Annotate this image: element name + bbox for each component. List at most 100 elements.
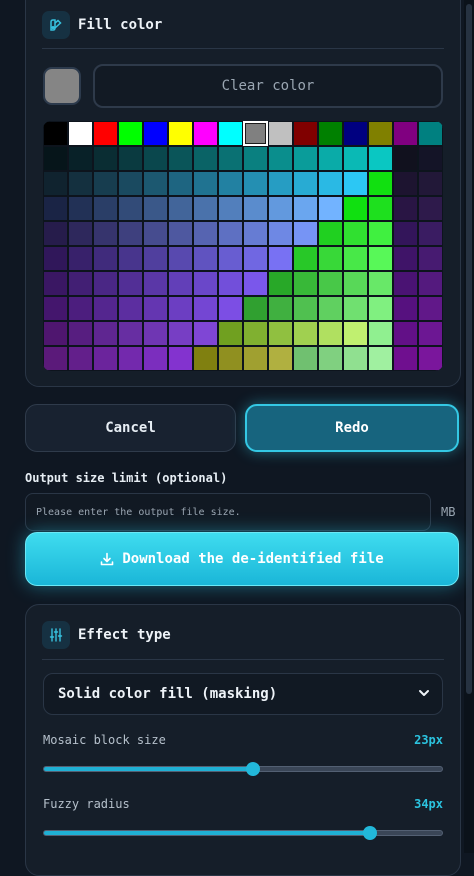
palette-color-cell[interactable] — [268, 296, 293, 321]
palette-color-cell[interactable] — [93, 221, 118, 246]
palette-color-cell[interactable] — [268, 346, 293, 371]
palette-color-cell[interactable] — [418, 271, 443, 296]
palette-color-cell[interactable] — [343, 171, 368, 196]
palette-color-cell[interactable] — [68, 196, 93, 221]
palette-color-cell[interactable] — [343, 246, 368, 271]
palette-color-cell[interactable] — [293, 296, 318, 321]
palette-color-cell[interactable] — [193, 296, 218, 321]
palette-color-cell[interactable] — [118, 321, 143, 346]
palette-color-cell[interactable] — [318, 196, 343, 221]
palette-color-cell[interactable] — [368, 171, 393, 196]
palette-color-cell[interactable] — [43, 346, 68, 371]
palette-color-cell[interactable] — [393, 196, 418, 221]
palette-color-cell[interactable] — [93, 296, 118, 321]
palette-color-cell[interactable] — [293, 171, 318, 196]
palette-color-cell[interactable] — [93, 196, 118, 221]
palette-color-cell[interactable] — [293, 246, 318, 271]
palette-color-cell[interactable] — [68, 321, 93, 346]
palette-color-cell[interactable] — [368, 346, 393, 371]
palette-color-cell[interactable] — [268, 196, 293, 221]
palette-color-cell[interactable] — [293, 321, 318, 346]
palette-color-cell[interactable] — [168, 171, 193, 196]
palette-color-cell[interactable] — [43, 196, 68, 221]
palette-color-cell[interactable] — [393, 321, 418, 346]
palette-color-cell[interactable] — [43, 221, 68, 246]
palette-color-cell[interactable] — [268, 146, 293, 171]
palette-color-cell[interactable] — [343, 346, 368, 371]
palette-color-cell[interactable] — [193, 321, 218, 346]
palette-color-cell[interactable] — [193, 121, 218, 146]
palette-color-cell[interactable] — [393, 246, 418, 271]
fuzzy-radius-slider[interactable] — [43, 826, 443, 840]
palette-color-cell[interactable] — [418, 246, 443, 271]
palette-color-cell[interactable] — [118, 146, 143, 171]
palette-color-cell[interactable] — [218, 346, 243, 371]
palette-color-cell[interactable] — [243, 321, 268, 346]
palette-color-cell[interactable] — [243, 246, 268, 271]
palette-color-cell[interactable] — [318, 246, 343, 271]
palette-color-cell[interactable] — [168, 121, 193, 146]
palette-color-cell[interactable] — [168, 246, 193, 271]
palette-color-cell[interactable] — [93, 146, 118, 171]
mosaic-size-slider[interactable] — [43, 762, 443, 776]
palette-color-cell[interactable] — [168, 296, 193, 321]
palette-color-cell[interactable] — [143, 321, 168, 346]
palette-color-cell[interactable] — [93, 271, 118, 296]
palette-color-cell[interactable] — [393, 146, 418, 171]
palette-color-cell[interactable] — [293, 146, 318, 171]
palette-color-cell[interactable] — [43, 171, 68, 196]
palette-color-cell[interactable] — [118, 171, 143, 196]
palette-color-cell[interactable] — [393, 221, 418, 246]
palette-color-cell[interactable] — [343, 146, 368, 171]
palette-color-cell[interactable] — [218, 121, 243, 146]
cancel-button[interactable]: Cancel — [25, 404, 236, 452]
effect-type-select[interactable]: Solid color fill (masking) — [43, 673, 443, 715]
palette-color-cell[interactable] — [168, 346, 193, 371]
palette-color-cell[interactable] — [43, 146, 68, 171]
palette-color-cell[interactable] — [243, 271, 268, 296]
palette-color-cell[interactable] — [368, 196, 393, 221]
palette-color-cell[interactable] — [268, 121, 293, 146]
palette-color-cell[interactable] — [393, 271, 418, 296]
palette-color-cell[interactable] — [243, 171, 268, 196]
palette-color-cell[interactable] — [143, 246, 168, 271]
palette-color-cell[interactable] — [393, 121, 418, 146]
palette-color-cell[interactable] — [418, 196, 443, 221]
palette-color-cell[interactable] — [393, 296, 418, 321]
palette-color-cell[interactable] — [168, 196, 193, 221]
palette-color-cell[interactable] — [343, 221, 368, 246]
palette-color-cell[interactable] — [243, 346, 268, 371]
palette-color-cell[interactable] — [268, 271, 293, 296]
palette-color-cell[interactable] — [93, 121, 118, 146]
palette-color-cell[interactable] — [318, 346, 343, 371]
palette-color-cell[interactable] — [418, 171, 443, 196]
current-color-swatch[interactable] — [43, 67, 81, 105]
palette-color-cell[interactable] — [118, 296, 143, 321]
palette-color-cell[interactable] — [368, 296, 393, 321]
palette-color-cell[interactable] — [93, 246, 118, 271]
palette-color-cell[interactable] — [68, 171, 93, 196]
palette-color-cell[interactable] — [293, 346, 318, 371]
palette-color-cell[interactable] — [43, 271, 68, 296]
palette-color-cell[interactable] — [143, 271, 168, 296]
clear-color-button[interactable]: Clear color — [93, 64, 443, 108]
palette-color-cell[interactable] — [168, 271, 193, 296]
palette-color-cell[interactable] — [318, 146, 343, 171]
palette-color-cell[interactable] — [118, 196, 143, 221]
palette-color-cell[interactable] — [118, 246, 143, 271]
palette-color-cell[interactable] — [218, 146, 243, 171]
palette-color-cell[interactable] — [368, 321, 393, 346]
palette-color-cell[interactable] — [318, 221, 343, 246]
palette-color-cell[interactable] — [318, 321, 343, 346]
palette-color-cell[interactable] — [418, 346, 443, 371]
palette-color-cell[interactable] — [168, 221, 193, 246]
palette-color-cell[interactable] — [318, 271, 343, 296]
palette-color-cell[interactable] — [43, 321, 68, 346]
palette-color-cell[interactable] — [418, 221, 443, 246]
palette-color-cell[interactable] — [318, 121, 343, 146]
palette-color-cell[interactable] — [268, 221, 293, 246]
palette-color-cell[interactable] — [68, 346, 93, 371]
palette-color-cell[interactable] — [43, 296, 68, 321]
palette-color-cell[interactable] — [168, 321, 193, 346]
palette-color-cell[interactable] — [393, 171, 418, 196]
